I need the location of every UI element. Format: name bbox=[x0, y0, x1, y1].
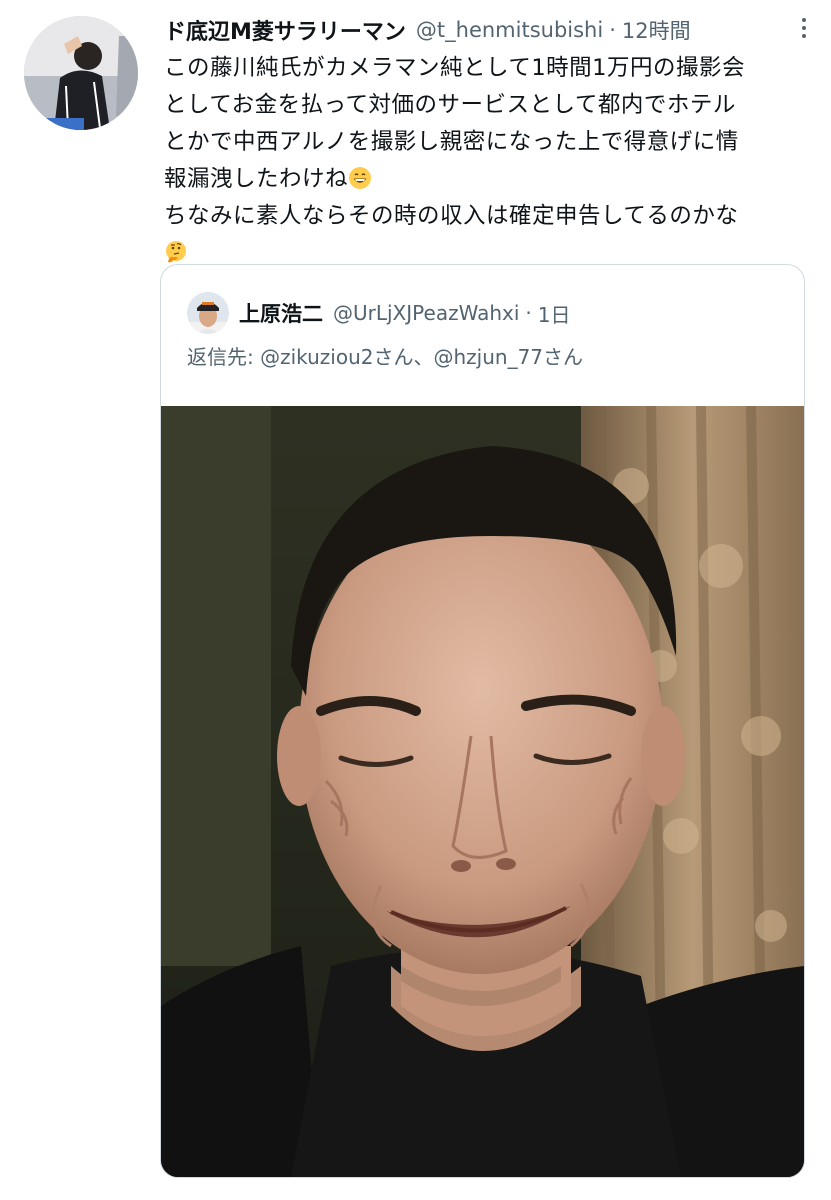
reply-context: 返信先: @zikuziou2さん、@hzjun_77さん bbox=[187, 341, 583, 370]
tweet-text-line: としてお金を払って対価のサービスとして都内でホテル bbox=[164, 92, 736, 118]
tweet[interactable]: ド底辺M菱サラリーマン @t_henmitsubishi · 12時間 この藤川… bbox=[0, 0, 831, 1200]
quoted-author-handle[interactable]: @UrLjXJPeazWahxi bbox=[333, 301, 519, 325]
quoted-author-avatar[interactable] bbox=[187, 292, 229, 334]
reply-separator: 、 bbox=[413, 345, 434, 369]
quoted-tweet-photo[interactable] bbox=[161, 406, 804, 1177]
reply-prefix: 返信先: bbox=[187, 345, 261, 369]
reply-mention-1: @zikuziou2さん bbox=[260, 345, 414, 369]
tweet-header: ド底辺M菱サラリーマン @t_henmitsubishi · 12時間 bbox=[164, 12, 821, 48]
author-display-name[interactable]: ド底辺M菱サラリーマン bbox=[164, 14, 406, 46]
tweet-text-line-with-emoji: 報漏洩したわけね bbox=[164, 161, 814, 198]
tweet-text: この藤川純氏がカメラマン純として1時間1万円の撮影会 としてお金を払って対価のサ… bbox=[164, 50, 814, 272]
grinning-face-emoji bbox=[349, 167, 372, 189]
author-handle[interactable]: @t_henmitsubishi bbox=[416, 18, 603, 42]
quoted-tweet-timestamp[interactable]: 1日 bbox=[538, 299, 571, 328]
quoted-tweet[interactable]: 上原浩二 @UrLjXJPeazWahxi · 1日 返信先: @zikuzio… bbox=[160, 264, 805, 1178]
tweet-text-line: とかで中西アルノを撮影し親密になった上で得意げに情 bbox=[164, 129, 739, 155]
quoted-author-display-name[interactable]: 上原浩二 bbox=[239, 298, 323, 328]
separator-dot: · bbox=[609, 18, 616, 42]
tweet-timestamp[interactable]: 12時間 bbox=[622, 15, 691, 45]
reply-mention-2: @hzjun_77さん bbox=[433, 345, 584, 369]
thinking-face-emoji bbox=[166, 241, 186, 263]
tweet-text-line: この藤川純氏がカメラマン純として1時間1万円の撮影会 bbox=[164, 55, 745, 81]
separator-dot: · bbox=[525, 301, 532, 325]
author-avatar[interactable] bbox=[24, 16, 138, 130]
quoted-tweet-header: 上原浩二 @UrLjXJPeazWahxi · 1日 bbox=[239, 292, 570, 334]
more-options-icon[interactable] bbox=[795, 10, 813, 46]
tweet-text-segment: 報漏洩したわけね bbox=[164, 166, 349, 192]
tweet-text-line: ちなみに素人ならその時の収入は確定申告してるのかな bbox=[164, 203, 739, 229]
